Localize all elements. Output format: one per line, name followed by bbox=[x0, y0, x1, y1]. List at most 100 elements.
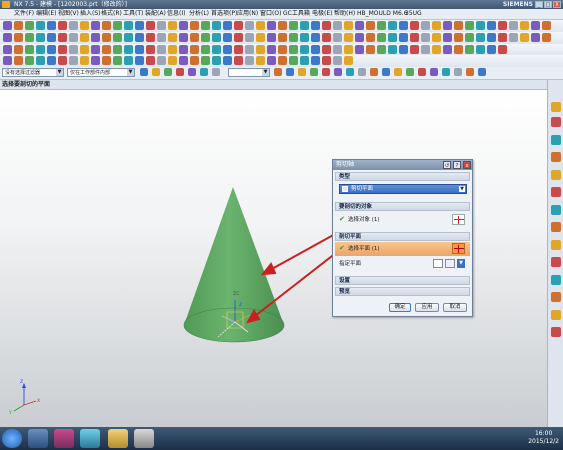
toolbar-tool-icon[interactable] bbox=[25, 21, 34, 30]
toolbar-tool-icon[interactable] bbox=[212, 33, 221, 42]
toolbar-tool-icon[interactable] bbox=[124, 45, 133, 54]
section-target[interactable]: 要剖切的对象 ˄ bbox=[335, 202, 470, 211]
toolbar-tool-icon[interactable] bbox=[388, 21, 397, 30]
toolbar-tool-icon[interactable] bbox=[190, 21, 199, 30]
cancel-button[interactable]: 取消 bbox=[443, 303, 467, 312]
toolbar-tool-icon[interactable] bbox=[201, 56, 210, 65]
toolbar-tool-icon[interactable] bbox=[487, 33, 496, 42]
toolbar-tool-icon[interactable] bbox=[69, 21, 78, 30]
taskbar-folder-icon[interactable] bbox=[108, 429, 128, 448]
toolbar-tool-icon[interactable] bbox=[487, 21, 496, 30]
toolbar-tool-icon[interactable] bbox=[256, 45, 265, 54]
toolbar-tool-icon[interactable] bbox=[157, 21, 166, 30]
toolbar-tool-icon[interactable] bbox=[322, 56, 331, 65]
menu-view[interactable]: 视图(V) bbox=[58, 9, 79, 19]
toolbar-tool-icon[interactable] bbox=[267, 45, 276, 54]
toolbar-tool-icon[interactable] bbox=[476, 21, 485, 30]
toolbar-tool-icon[interactable] bbox=[454, 33, 463, 42]
toolbar-tool-icon[interactable] bbox=[311, 33, 320, 42]
toolbar-tool-icon[interactable] bbox=[80, 33, 89, 42]
toolbar-tool-icon[interactable] bbox=[212, 45, 221, 54]
toolbar-tool-icon[interactable] bbox=[223, 56, 232, 65]
toolbar-tool-icon[interactable] bbox=[47, 21, 56, 30]
select-object-row[interactable]: ✔ 选择对象 (1) bbox=[335, 213, 470, 227]
toolbar-tool-icon[interactable] bbox=[58, 33, 67, 42]
toolbar-tool-icon[interactable] bbox=[146, 56, 155, 65]
toolbar-tool-icon[interactable] bbox=[476, 45, 485, 54]
toolbar-tool-icon[interactable] bbox=[80, 45, 89, 54]
selection-tool-icon[interactable] bbox=[334, 68, 342, 76]
toolbar-tool-icon[interactable] bbox=[201, 21, 210, 30]
toolbar-tool-icon[interactable] bbox=[223, 45, 232, 54]
toolbar-tool-icon[interactable] bbox=[3, 56, 12, 65]
selection-tool-icon[interactable] bbox=[406, 68, 414, 76]
toolbar-tool-icon[interactable] bbox=[465, 33, 474, 42]
toolbar-tool-icon[interactable] bbox=[542, 33, 551, 42]
menu-assembly[interactable]: 装配(A) bbox=[145, 9, 166, 19]
toolbar-tool-icon[interactable] bbox=[454, 45, 463, 54]
toolbar-tool-icon[interactable] bbox=[190, 56, 199, 65]
plane-select-icon[interactable] bbox=[452, 243, 465, 254]
toolbar-tool-icon[interactable] bbox=[300, 45, 309, 54]
taskbar-app-1-icon[interactable] bbox=[28, 429, 48, 448]
toolbar-tool-icon[interactable] bbox=[267, 56, 276, 65]
toolbar-tool-icon[interactable] bbox=[377, 21, 386, 30]
toolbar-tool-icon[interactable] bbox=[454, 21, 463, 30]
toolbar-tool-icon[interactable] bbox=[465, 21, 474, 30]
menu-35ug[interactable]: 35UG bbox=[405, 9, 422, 19]
start-button[interactable] bbox=[2, 429, 22, 448]
menu-analysis[interactable]: 分析(L) bbox=[189, 9, 209, 19]
toolbar-tool-icon[interactable] bbox=[80, 56, 89, 65]
toolbar-tool-icon[interactable] bbox=[333, 56, 342, 65]
toolbar-tool-icon[interactable] bbox=[410, 21, 419, 30]
toolbar-tool-icon[interactable] bbox=[102, 21, 111, 30]
toolbar-tool-icon[interactable] bbox=[344, 45, 353, 54]
toolbar-tool-icon[interactable] bbox=[102, 33, 111, 42]
menu-preferences[interactable]: 首选项(P) bbox=[211, 9, 237, 19]
toolbar-tool-icon[interactable] bbox=[3, 33, 12, 42]
toolbar-tool-icon[interactable] bbox=[3, 21, 12, 30]
toolbar-tool-icon[interactable] bbox=[377, 45, 386, 54]
toolbar-tool-icon[interactable] bbox=[366, 33, 375, 42]
toolbar-tool-icon[interactable] bbox=[509, 21, 518, 30]
selection-tool-icon[interactable] bbox=[200, 68, 208, 76]
toolbar-tool-icon[interactable] bbox=[146, 45, 155, 54]
menu-edit[interactable]: 编辑(E) bbox=[36, 9, 56, 19]
toolbar-tool-icon[interactable] bbox=[14, 56, 23, 65]
toolbar-tool-icon[interactable] bbox=[245, 21, 254, 30]
toolbar-tool-icon[interactable] bbox=[333, 45, 342, 54]
selection-tool-icon[interactable] bbox=[466, 68, 474, 76]
toolbar-tool-icon[interactable] bbox=[80, 21, 89, 30]
resource-tab-icon[interactable] bbox=[551, 275, 561, 285]
toolbar-tool-icon[interactable] bbox=[14, 33, 23, 42]
close-icon[interactable]: x bbox=[463, 161, 471, 169]
toolbar-tool-icon[interactable] bbox=[69, 45, 78, 54]
toolbar-tool-icon[interactable] bbox=[201, 45, 210, 54]
selection-scope-dropdown[interactable]: 仅在工作部件内部 ▼ bbox=[67, 68, 135, 77]
taskbar-app-2-icon[interactable] bbox=[54, 429, 74, 448]
resource-tab-icon[interactable] bbox=[551, 135, 561, 145]
selection-tool-icon[interactable] bbox=[322, 68, 330, 76]
minimize-button[interactable]: _ bbox=[535, 1, 543, 8]
menu-format[interactable]: 格式(R) bbox=[101, 9, 122, 19]
toolbar-tool-icon[interactable] bbox=[234, 33, 243, 42]
toolbar-tool-icon[interactable] bbox=[25, 45, 34, 54]
taskbar-app-5-icon[interactable] bbox=[134, 429, 154, 448]
toolbar-tool-icon[interactable] bbox=[355, 45, 364, 54]
toolbar-tool-icon[interactable] bbox=[14, 21, 23, 30]
toolbar-tool-icon[interactable] bbox=[344, 33, 353, 42]
selection-tool-icon[interactable] bbox=[212, 68, 220, 76]
toolbar-tool-icon[interactable] bbox=[520, 33, 529, 42]
toolbar-tool-icon[interactable] bbox=[245, 56, 254, 65]
toolbar-tool-icon[interactable] bbox=[124, 21, 133, 30]
toolbar-tool-icon[interactable] bbox=[135, 21, 144, 30]
selection-tool-icon[interactable] bbox=[176, 68, 184, 76]
resource-tab-icon[interactable] bbox=[551, 240, 561, 250]
toolbar-tool-icon[interactable] bbox=[179, 56, 188, 65]
toolbar-tool-icon[interactable] bbox=[410, 45, 419, 54]
resource-tab-icon[interactable] bbox=[551, 327, 561, 337]
toolbar-tool-icon[interactable] bbox=[91, 33, 100, 42]
toolbar-tool-icon[interactable] bbox=[311, 56, 320, 65]
toolbar-tool-icon[interactable] bbox=[366, 45, 375, 54]
toolbar-tool-icon[interactable] bbox=[157, 45, 166, 54]
